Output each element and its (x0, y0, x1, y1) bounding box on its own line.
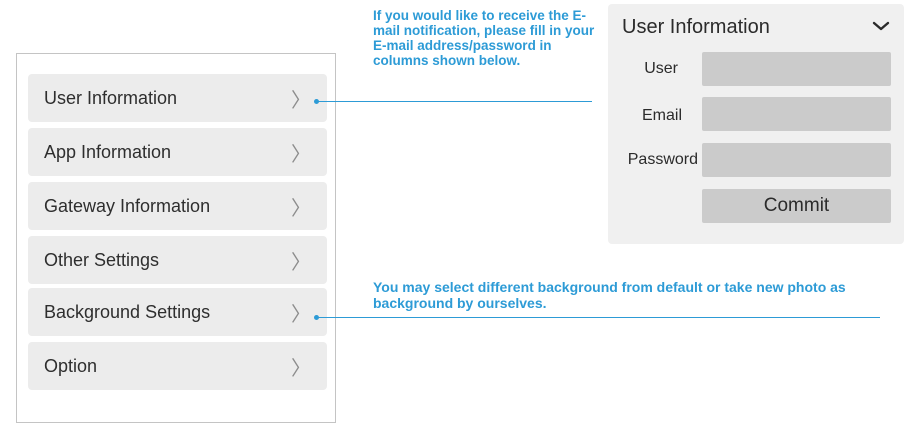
user-input[interactable] (702, 52, 891, 86)
menu-item-label: Option (44, 355, 98, 376)
password-input[interactable] (702, 143, 891, 177)
settings-menu-panel: User Information 〉 App Information 〉 Gat… (16, 53, 336, 423)
email-input[interactable] (702, 97, 891, 131)
menu-item-label: Other Settings (44, 249, 160, 270)
menu-item-gateway-information[interactable]: Gateway Information 〉 (28, 182, 327, 230)
commit-button[interactable]: Commit (702, 189, 891, 223)
menu-item-label: Gateway Information (44, 195, 211, 216)
menu-item-option[interactable]: Option 〉 (28, 342, 327, 390)
menu-item-user-information[interactable]: User Information 〉 (28, 74, 327, 122)
menu-item-label: Background Settings (44, 301, 211, 322)
user-information-form: User Information User Email Password Com… (608, 4, 904, 244)
form-title: User Information (622, 16, 770, 38)
background-settings-callout: You may select different background from… (373, 279, 846, 311)
user-label: User (644, 60, 678, 77)
email-notification-callout: If you would like to receive the E-mail … (373, 8, 595, 68)
callout-leader-line (318, 317, 880, 318)
callout-leader-line (318, 101, 592, 102)
chevron-right-icon: 〉 (291, 301, 311, 326)
chevron-right-icon: 〉 (291, 87, 311, 112)
chevron-right-icon: 〉 (291, 195, 311, 220)
chevron-down-icon[interactable] (872, 18, 890, 34)
menu-item-background-settings[interactable]: Background Settings 〉 (28, 288, 327, 336)
password-label: Password (627, 151, 698, 168)
menu-item-other-settings[interactable]: Other Settings 〉 (28, 236, 327, 284)
menu-item-label: User Information (44, 87, 178, 108)
chevron-right-icon: 〉 (291, 141, 311, 166)
email-label: Email (641, 107, 682, 124)
chevron-right-icon: 〉 (291, 355, 311, 380)
menu-item-app-information[interactable]: App Information 〉 (28, 128, 327, 176)
menu-item-label: App Information (44, 141, 172, 162)
chevron-right-icon: 〉 (291, 249, 311, 274)
